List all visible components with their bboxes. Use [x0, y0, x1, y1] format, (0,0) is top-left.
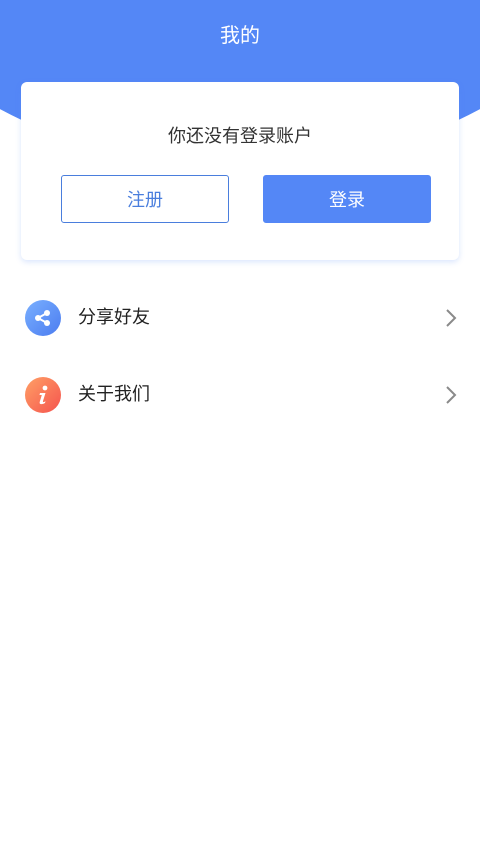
menu-item-label: 关于我们 [78, 384, 150, 405]
login-button[interactable]: 登录 [263, 175, 431, 223]
info-icon [25, 377, 61, 413]
login-button-label: 登录 [329, 190, 365, 211]
menu-item-label: 分享好友 [78, 307, 150, 328]
account-card: 你还没有登录账户 注册 登录 [21, 82, 459, 260]
profile-page: 我的 你还没有登录账户 注册 登录 分享好友 关于我们 [0, 0, 480, 854]
page-title: 我的 [220, 23, 260, 47]
chevron-right-icon [446, 309, 457, 327]
menu-item-about-us[interactable]: 关于我们 [0, 365, 480, 425]
menu-item-share-friends[interactable]: 分享好友 [0, 288, 480, 348]
register-button-label: 注册 [127, 190, 163, 211]
chevron-right-icon [446, 386, 457, 404]
share-icon [25, 300, 61, 336]
not-logged-in-message: 你还没有登录账户 [168, 126, 312, 147]
register-button[interactable]: 注册 [61, 175, 229, 223]
